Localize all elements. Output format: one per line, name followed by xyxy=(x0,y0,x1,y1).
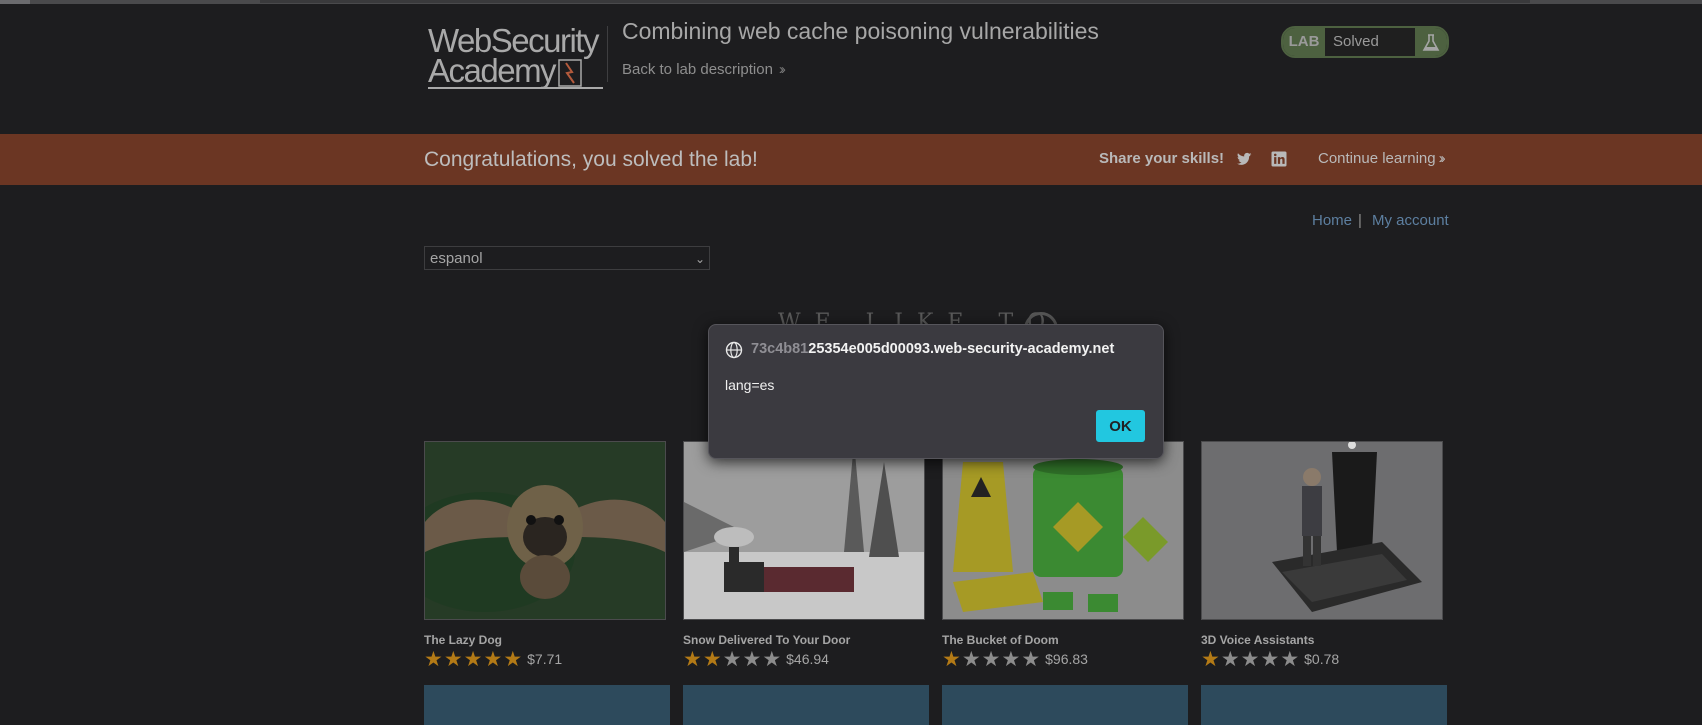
flask-icon xyxy=(1415,28,1447,56)
product-card: 3D Voice Assistants ★★★★★ $0.78 xyxy=(1201,441,1447,725)
product-image[interactable] xyxy=(424,441,666,620)
twitter-icon[interactable] xyxy=(1235,150,1253,168)
double-chevron-right-icon: ›› xyxy=(778,61,786,78)
dialog-message: lang=es xyxy=(725,377,775,393)
product-price: $7.71 xyxy=(527,651,563,667)
double-chevron-right-icon: ›› xyxy=(1438,150,1446,167)
product-image[interactable] xyxy=(942,441,1184,620)
continue-learning-link[interactable]: Continue learning ›› xyxy=(1318,150,1446,167)
product-name: The Bucket of Doom xyxy=(942,633,1059,647)
view-details-button[interactable] xyxy=(683,685,929,725)
product-price: $96.83 xyxy=(1045,651,1088,667)
product-rating: ★★★★★ $46.94 xyxy=(683,648,829,672)
product-rating: ★★★★★ $96.83 xyxy=(942,648,1088,672)
product-card: Snow Delivered To Your Door ★★★★★ $46.94 xyxy=(683,441,929,725)
solved-banner: Congratulations, you solved the lab! Sha… xyxy=(0,134,1702,185)
academy-logo[interactable]: WebSecurity Academy xyxy=(428,24,608,90)
star-icon: ★ xyxy=(722,648,742,671)
star-icon: ★ xyxy=(1260,648,1280,671)
star-icon: ★ xyxy=(463,648,483,671)
star-icon: ★ xyxy=(483,648,503,671)
dialog-origin-faded: 73c4b81 xyxy=(751,341,809,357)
lab-title: Combining web cache poisoning vulnerabil… xyxy=(622,18,1099,44)
star-icon: ★ xyxy=(503,648,523,671)
star-icon: ★ xyxy=(683,648,702,671)
header-divider xyxy=(607,26,608,82)
star-icon: ★ xyxy=(702,648,722,671)
product-rating: ★★★★★ $0.78 xyxy=(1201,648,1339,672)
continue-learning-label: Continue learning xyxy=(1318,150,1436,167)
star-icon: ★ xyxy=(1220,648,1240,671)
star-icon: ★ xyxy=(1201,648,1220,671)
star-icon: ★ xyxy=(981,648,1001,671)
star-icon: ★ xyxy=(762,648,782,671)
product-price: $0.78 xyxy=(1304,651,1340,667)
star-icon: ★ xyxy=(1240,648,1260,671)
star-icon: ★ xyxy=(1021,648,1041,671)
star-icon: ★ xyxy=(942,648,961,671)
lab-status-badge: LAB Solved xyxy=(1281,26,1449,58)
nav-my-account-link[interactable]: My account xyxy=(1372,212,1449,229)
product-price: $46.94 xyxy=(786,651,829,667)
product-image[interactable] xyxy=(1201,441,1443,620)
logo-line2: Academy xyxy=(428,52,557,89)
congratulations-message: Congratulations, you solved the lab! xyxy=(424,148,758,171)
back-to-lab-description-link[interactable]: Back to lab description ›› xyxy=(622,61,786,78)
star-icon: ★ xyxy=(1001,648,1021,671)
alert-dialog: 73c4b8125354e005d00093.web-security-acad… xyxy=(708,324,1164,459)
star-icon: ★ xyxy=(961,648,981,671)
lightning-logo-icon xyxy=(558,59,582,87)
browser-loading-bar xyxy=(0,0,1702,4)
nav-separator: | xyxy=(1358,212,1362,229)
star-icon: ★ xyxy=(742,648,762,671)
view-details-button[interactable] xyxy=(424,685,670,725)
product-image[interactable] xyxy=(683,441,925,620)
product-name: Snow Delivered To Your Door xyxy=(683,633,851,647)
star-icon: ★ xyxy=(443,648,463,671)
language-select-value: espanol xyxy=(430,250,483,267)
dialog-origin-domain: 25354e005d00093.web-security-academy.net xyxy=(808,341,1115,357)
ok-button[interactable]: OK xyxy=(1096,410,1145,442)
star-icon: ★ xyxy=(1280,648,1300,671)
view-details-button[interactable] xyxy=(942,685,1188,725)
lab-badge-label: LAB xyxy=(1283,28,1325,56)
product-name: 3D Voice Assistants xyxy=(1201,633,1315,647)
linkedin-icon[interactable] xyxy=(1270,150,1288,168)
dialog-origin: 73c4b8125354e005d00093.web-security-acad… xyxy=(751,341,1114,357)
nav-home-link[interactable]: Home xyxy=(1312,212,1352,229)
product-name: The Lazy Dog xyxy=(424,633,503,647)
product-card: The Lazy Dog ★★★★★ $7.71 xyxy=(424,441,670,725)
chevron-down-icon: ⌄ xyxy=(694,252,705,266)
star-icon: ★ xyxy=(424,648,443,671)
globe-icon xyxy=(725,341,743,359)
share-skills-label: Share your skills! xyxy=(1099,150,1225,167)
view-details-button[interactable] xyxy=(1201,685,1447,725)
lab-status-text: Solved xyxy=(1333,33,1379,50)
back-link-label: Back to lab description xyxy=(622,61,773,78)
product-rating: ★★★★★ $7.71 xyxy=(424,648,562,672)
product-card: The Bucket of Doom ★★★★★ $96.83 xyxy=(942,441,1188,725)
language-select[interactable]: espanol ⌄ xyxy=(424,246,710,270)
